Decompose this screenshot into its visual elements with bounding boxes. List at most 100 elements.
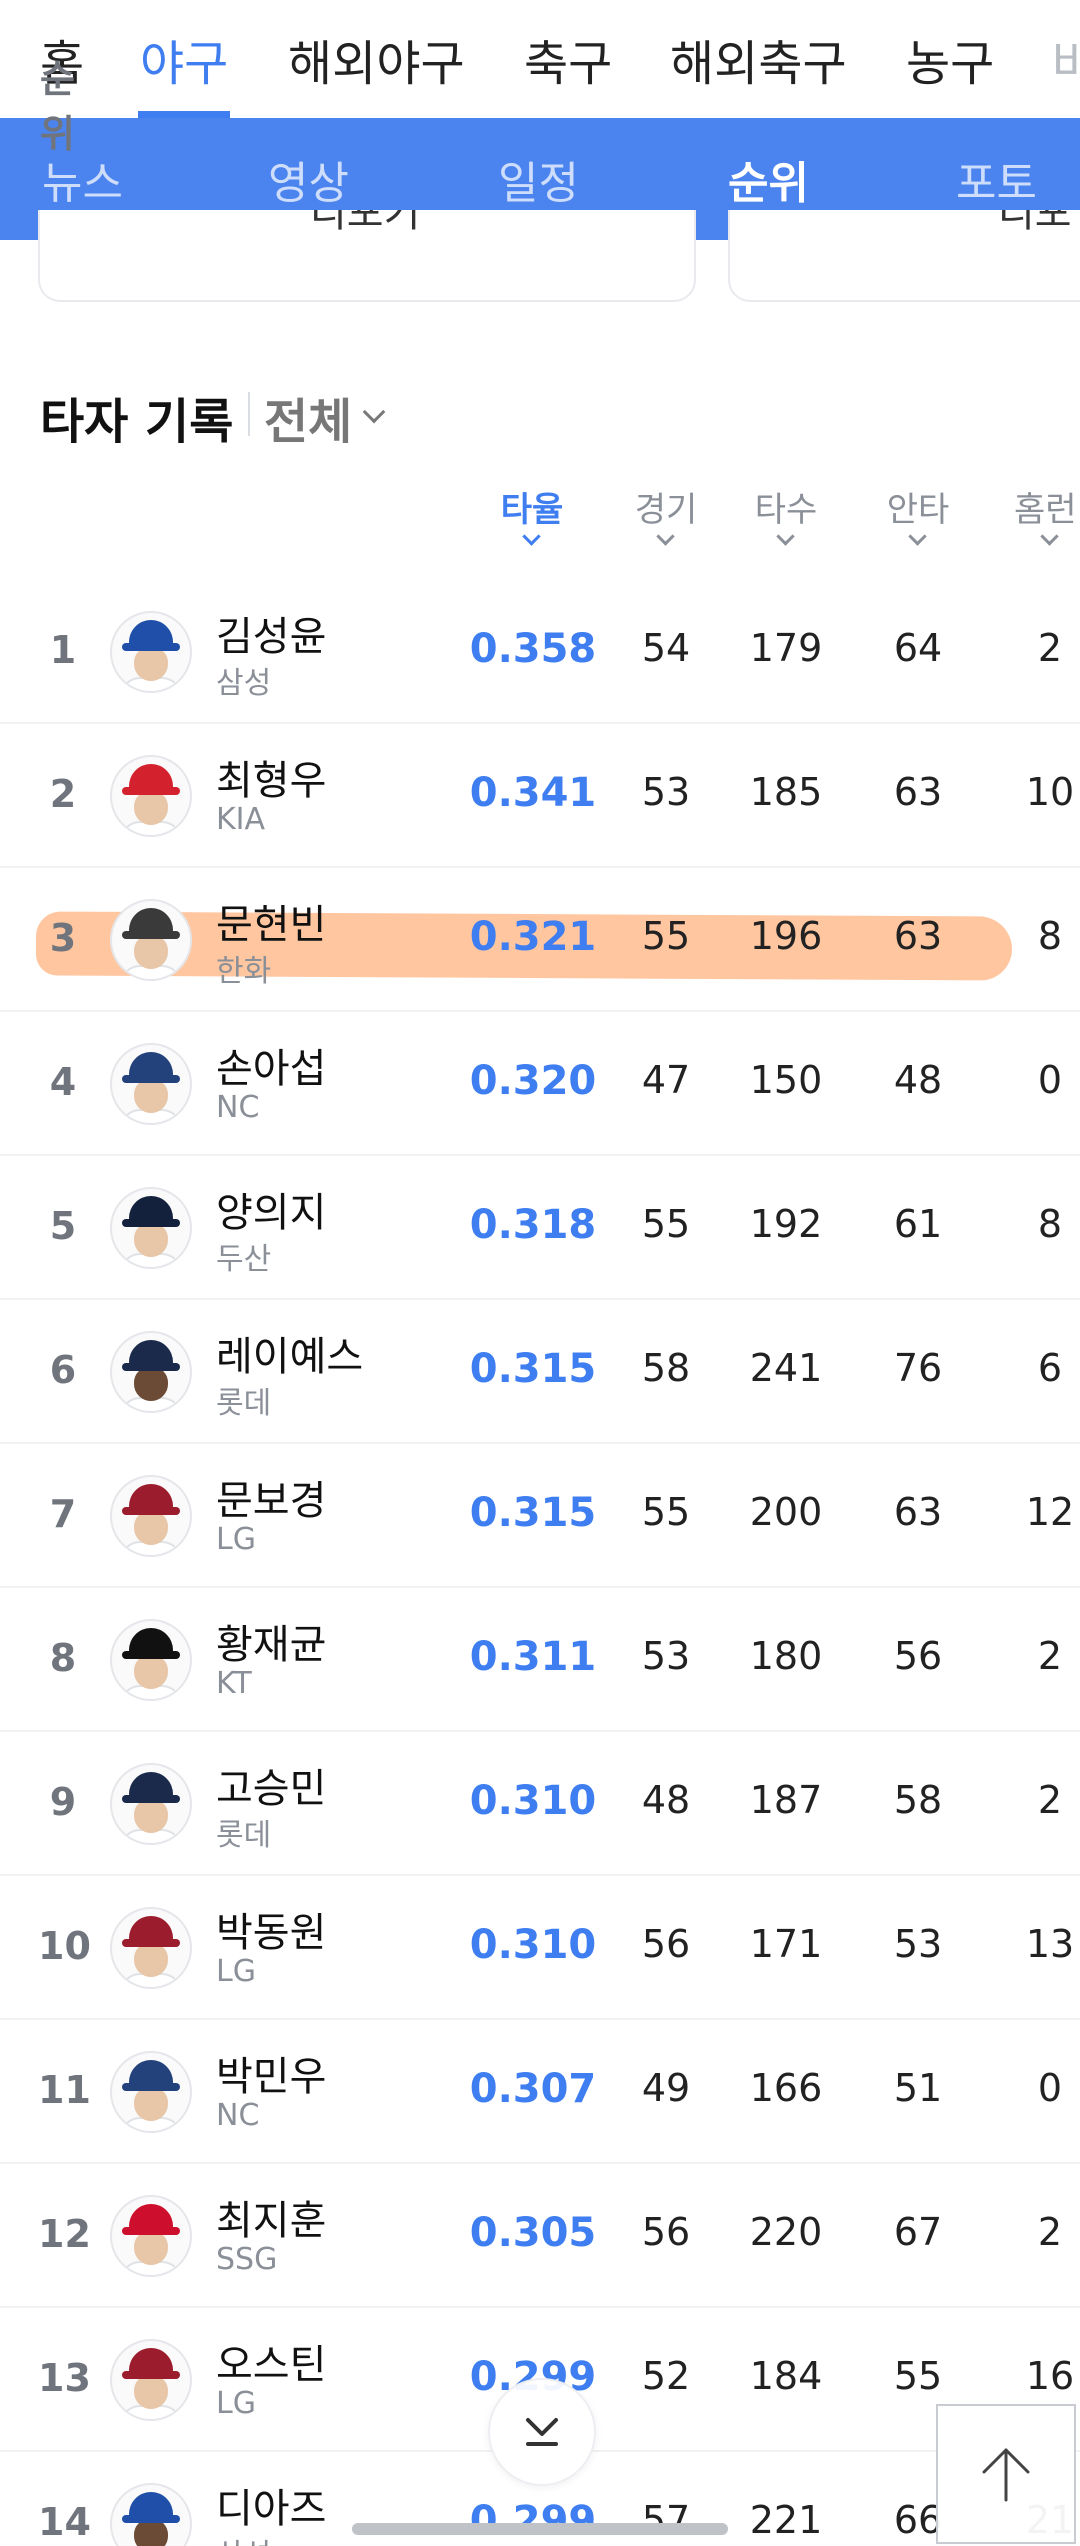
table-row[interactable]: 12 최지훈 SSG 0.305 56 220 67 2: [0, 2164, 1080, 2308]
visor-shape: [122, 1651, 180, 1659]
tab-volleyball[interactable]: 바: [1052, 0, 1080, 118]
batting-average: 0.318: [469, 1202, 597, 1248]
subtab-label: 순위: [728, 158, 809, 209]
column-games[interactable]: 경기: [630, 482, 702, 531]
face-shape: [134, 2087, 168, 2121]
player-name[interactable]: 황재균: [216, 1612, 326, 1670]
player-avatar[interactable]: [110, 1187, 192, 1269]
table-row[interactable]: 11 박민우 NC 0.307 49 166 51 0: [0, 2020, 1080, 2164]
player-rank: 12: [38, 2212, 91, 2256]
stat-hr: 0: [1037, 2066, 1063, 2110]
stat-at-bats: 241: [749, 1346, 823, 1390]
section-divider: [248, 392, 250, 436]
player-avatar[interactable]: [110, 1331, 192, 1413]
subtab-label: 일정: [498, 158, 579, 209]
stat-at-bats: 179: [749, 626, 823, 670]
player-team: SSG: [216, 2242, 278, 2277]
stat-hits: 63: [893, 770, 943, 814]
player-avatar[interactable]: [110, 2339, 192, 2421]
player-avatar[interactable]: [110, 2051, 192, 2133]
player-avatar[interactable]: [110, 1043, 192, 1125]
player-team: NC: [216, 1090, 260, 1125]
player-name[interactable]: 김성윤: [216, 604, 326, 662]
player-rank: 11: [38, 2068, 91, 2112]
column-avg[interactable]: 타율: [496, 482, 568, 531]
face-shape: [134, 647, 168, 681]
stat-hr: 8: [1037, 914, 1063, 958]
stat-games: 52: [641, 2354, 691, 2398]
record-card-left[interactable]: 리포기: [38, 210, 696, 302]
player-avatar[interactable]: [110, 1475, 192, 1557]
card-label: 리포: [998, 210, 1072, 236]
player-name[interactable]: 디아즈: [216, 2476, 326, 2534]
player-name[interactable]: 고승민: [216, 1756, 326, 1814]
filter-dropdown[interactable]: 전체: [264, 382, 386, 452]
stat-hits: 63: [893, 1490, 943, 1534]
player-avatar[interactable]: [110, 1763, 192, 1845]
batting-average: 0.315: [469, 1346, 597, 1392]
player-rank: 5: [49, 1204, 77, 1248]
player-avatar[interactable]: [110, 1619, 192, 1701]
table-row[interactable]: 2 최형우 KIA 0.341 53 185 63 10: [0, 724, 1080, 868]
stat-games: 58: [641, 1346, 691, 1390]
stat-hits: 58: [893, 1778, 943, 1822]
player-avatar[interactable]: [110, 1907, 192, 1989]
player-avatar[interactable]: [110, 611, 192, 693]
table-row[interactable]: 6 레이예스 롯데 0.315 58 241 76 6: [0, 1300, 1080, 1444]
table-row[interactable]: 8 황재균 KT 0.311 53 180 56 2: [0, 1588, 1080, 1732]
stat-hr: 0: [1037, 1058, 1063, 1102]
stat-games: 53: [641, 770, 691, 814]
tab-basketball[interactable]: 농구: [906, 0, 994, 118]
player-name[interactable]: 박민우: [216, 2044, 326, 2102]
column-home-runs[interactable]: 홈런: [1014, 482, 1080, 531]
stat-games: 55: [641, 1490, 691, 1534]
table-row[interactable]: 1 김성윤 삼성 0.358 54 179 64 2: [0, 580, 1080, 724]
player-name[interactable]: 손아섭: [216, 1036, 326, 1094]
tab-soccer[interactable]: 축구: [524, 0, 612, 118]
player-name[interactable]: 문보경: [216, 1468, 326, 1526]
batting-average: 0.311: [469, 1634, 597, 1680]
home-indicator: [352, 2523, 728, 2535]
stat-at-bats: 171: [749, 1922, 823, 1966]
player-avatar[interactable]: [110, 755, 192, 837]
tab-baseball[interactable]: 야구: [138, 0, 231, 118]
player-avatar[interactable]: [110, 899, 192, 981]
batting-average: 0.320: [469, 1058, 597, 1104]
record-card-right[interactable]: 리포: [728, 210, 1080, 302]
player-avatar[interactable]: [110, 2483, 192, 2546]
stat-games: 55: [641, 1202, 691, 1246]
table-row[interactable]: 7 문보경 LG 0.315 55 200 63 12: [0, 1444, 1080, 1588]
visor-shape: [122, 1507, 180, 1515]
player-name[interactable]: 문현빈: [216, 892, 326, 950]
tab-overseas-baseball[interactable]: 해외야구: [288, 0, 465, 118]
column-at-bats[interactable]: 타수: [750, 482, 822, 531]
scroll-top-button[interactable]: [936, 2404, 1076, 2544]
player-team: NC: [216, 2098, 260, 2133]
tab-overseas-soccer[interactable]: 해외축구: [670, 0, 847, 118]
stat-hits: 63: [893, 914, 943, 958]
table-row[interactable]: 3 문현빈 한화 0.321 55 196 63 8: [0, 868, 1080, 1012]
table-row[interactable]: 4 손아섭 NC 0.320 47 150 48 0: [0, 1012, 1080, 1156]
player-name[interactable]: 박동원: [216, 1900, 326, 1958]
face-shape: [134, 935, 168, 969]
stat-hits: 67: [893, 2210, 943, 2254]
player-name[interactable]: 양의지: [216, 1180, 326, 1238]
player-avatar[interactable]: [110, 2195, 192, 2277]
player-name[interactable]: 최형우: [216, 748, 326, 806]
stat-hr: 6: [1037, 1346, 1063, 1390]
player-name[interactable]: 오스틴: [216, 2332, 326, 2390]
stat-at-bats: 166: [749, 2066, 823, 2110]
player-name[interactable]: 레이예스: [216, 1324, 363, 1382]
table-row[interactable]: 9 고승민 롯데 0.310 48 187 58 2: [0, 1732, 1080, 1876]
stat-games: 57: [641, 2498, 691, 2542]
table-row[interactable]: 5 양의지 두산 0.318 55 192 61 8: [0, 1156, 1080, 1300]
player-name[interactable]: 최지훈: [216, 2188, 326, 2246]
column-hits[interactable]: 안타: [882, 482, 954, 531]
subtab-label: 포토: [956, 158, 1037, 209]
scroll-down-button[interactable]: [488, 2378, 596, 2486]
table-row[interactable]: 10 박동원 LG 0.310 56 171 53 13: [0, 1876, 1080, 2020]
player-team: 두산: [216, 1242, 272, 1277]
chevron-down-icon: [363, 400, 386, 424]
stat-hits: 76: [893, 1346, 943, 1390]
subtab-label: 영상: [268, 158, 349, 209]
